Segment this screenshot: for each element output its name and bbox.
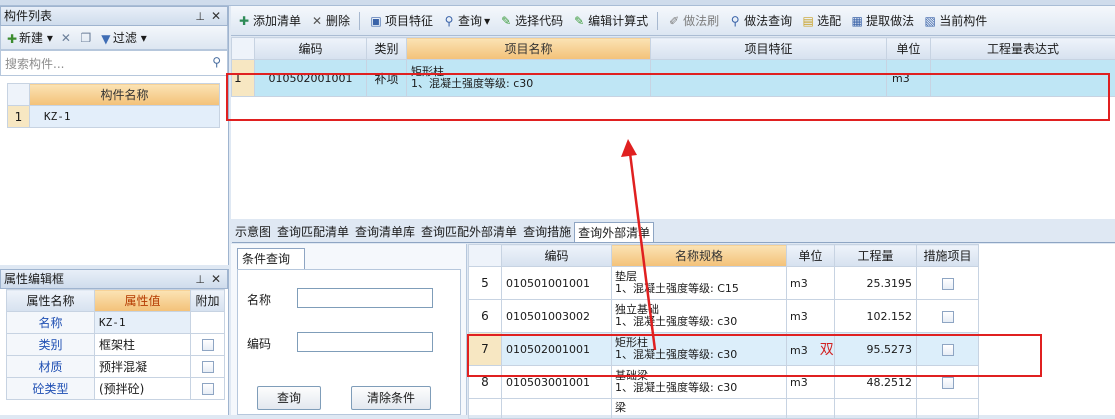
highlight-box-external-row [467, 334, 1042, 377]
checkbox[interactable] [202, 361, 214, 373]
pin-icon[interactable]: ⊥ [195, 8, 205, 26]
feature-icon: ▣ [369, 14, 383, 28]
extract-method-button[interactable]: ▦提取做法 [850, 12, 914, 29]
close-icon[interactable]: ✕ [211, 270, 221, 288]
property-table: 属性名称 属性值 附加 名称 KZ-1 类别 框架柱 材质 预拌混凝 砼类型 (… [6, 289, 225, 400]
current-component-button[interactable]: ▧当前构件 [923, 12, 987, 29]
select-match-button[interactable]: ▤选配 [801, 12, 841, 29]
clear-condition-button[interactable]: 清除条件 [351, 386, 431, 410]
code-label: 编码 [247, 335, 271, 352]
tab-match-list[interactable]: 查询匹配清单 [274, 222, 352, 242]
method-brush-button[interactable]: ✐做法刷 [667, 12, 719, 29]
property-row: 名称 KZ-1 [7, 312, 225, 334]
checkbox[interactable] [202, 339, 214, 351]
magnifier-icon: ⚲ [442, 14, 456, 28]
external-list-area: 编码 名称规格 单位 工程量 措施项目 5 010501001001 垫层1、混… [468, 244, 1115, 415]
highlight-box-list-row [226, 73, 1110, 121]
component-list-title-bar: 构件列表 ⊥ ✕ [0, 6, 228, 26]
condition-query-panel: 条件查询 名称 编码 查询 清除条件 [231, 244, 467, 415]
filter-icon: ▼ [99, 32, 113, 46]
select-code-icon: ✎ [499, 14, 513, 28]
component-list-title: 构件列表 [4, 9, 52, 23]
measure-checkbox[interactable] [942, 377, 954, 389]
component-table: 构件名称 1 KZ-1 [7, 83, 220, 128]
measure-checkbox[interactable] [942, 278, 954, 290]
tab-diagram[interactable]: 示意图 [232, 222, 274, 242]
method-query-button[interactable]: ⚲做法查询 [728, 12, 792, 29]
name-label: 名称 [247, 291, 271, 308]
delete-button[interactable]: ✕删除 [310, 12, 350, 29]
tab-list-library[interactable]: 查询清单库 [352, 222, 418, 242]
name-input[interactable] [297, 288, 433, 308]
extract-icon: ▦ [850, 14, 864, 28]
method-query-icon: ⚲ [728, 14, 742, 28]
edit-formula-icon: ✎ [572, 14, 586, 28]
arrow-shaft [630, 153, 655, 350]
property-panel: 属性编辑框 ⊥ ✕ 属性名称 属性值 附加 名称 KZ-1 类别 框架柱 材质 … [0, 269, 229, 415]
current-component-icon: ▧ [923, 14, 937, 28]
component-list-toolbar: ✚新建 ▾ ✕ ❐ ▼过滤 ▾ [0, 26, 228, 50]
arrow-head [621, 139, 637, 157]
code-input[interactable] [297, 332, 433, 352]
component-search-box[interactable]: 搜索构件... ⚲ [0, 50, 228, 76]
edit-formula-button[interactable]: ✎编辑计算式 [572, 12, 648, 29]
item-feature-button[interactable]: ▣项目特征 [369, 12, 433, 29]
component-search-input[interactable]: 搜索构件... [5, 55, 64, 72]
property-panel-title: 属性编辑框 [4, 272, 64, 286]
select-match-icon: ▤ [801, 14, 815, 28]
delete-icon: ✕ [310, 14, 324, 28]
add-list-icon: ✚ [237, 14, 251, 28]
table-row[interactable]: 梁 [469, 399, 1048, 419]
table-row[interactable]: 1 KZ-1 [8, 106, 220, 128]
main-toolbar: ✚添加清单 ✕删除 ▣项目特征 ⚲查询 ▾ ✎选择代码 ✎编辑计算式 ✐做法刷 … [231, 6, 1115, 36]
table-row[interactable]: 6 010501003002 独立基础1、混凝土强度等级: c30 m3 102… [469, 300, 1048, 333]
property-row: 类别 框架柱 [7, 334, 225, 356]
brush-icon: ✐ [667, 14, 681, 28]
filter-button[interactable]: ▼过滤 ▾ [99, 29, 147, 46]
component-name-cell[interactable]: KZ-1 [30, 106, 220, 128]
component-list-panel: 构件列表 ⊥ ✕ ✚新建 ▾ ✕ ❐ ▼过滤 ▾ 搜索构件... ⚲ 构件名称 … [0, 6, 229, 265]
delete-icon[interactable]: ✕ [59, 31, 73, 45]
close-icon[interactable]: ✕ [211, 7, 221, 25]
select-code-button[interactable]: ✎选择代码 [499, 12, 563, 29]
copy-icon[interactable]: ❐ [79, 31, 93, 45]
property-row: 砼类型 (预拌砼) [7, 378, 225, 400]
new-icon: ✚ [5, 32, 19, 46]
search-icon[interactable]: ⚲ [212, 55, 221, 69]
property-row: 材质 预拌混凝 [7, 356, 225, 378]
measure-checkbox[interactable] [942, 311, 954, 323]
pin-icon[interactable]: ⊥ [195, 271, 205, 289]
tab-measure[interactable]: 查询措施 [520, 222, 574, 242]
new-button[interactable]: ✚新建 ▾ [5, 29, 53, 46]
add-list-button[interactable]: ✚添加清单 [237, 12, 301, 29]
query-button[interactable]: 查询 [257, 386, 321, 410]
red-arrow [600, 135, 680, 365]
tab-match-external[interactable]: 查询匹配外部清单 [418, 222, 520, 242]
external-list-table: 编码 名称规格 单位 工程量 措施项目 5 010501001001 垫层1、混… [468, 244, 1048, 419]
component-name-header[interactable]: 构件名称 [30, 84, 220, 106]
property-panel-title-bar: 属性编辑框 ⊥ ✕ [0, 269, 228, 289]
table-row[interactable]: 5 010501001001 垫层1、混凝土强度等级: C15 m3 25.31… [469, 267, 1048, 300]
query-button[interactable]: ⚲查询 ▾ [442, 12, 490, 29]
tab-condition-query[interactable]: 条件查询 [237, 248, 305, 270]
checkbox[interactable] [202, 383, 214, 395]
